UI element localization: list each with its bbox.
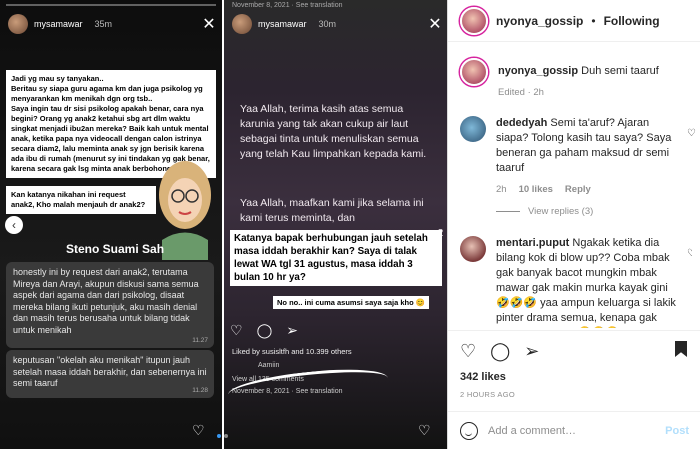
- post-side-panel: nyonya_gossip • Following nyonya_gossip …: [447, 0, 700, 449]
- like-comment-heart-icon[interactable]: ♡: [687, 248, 692, 259]
- chat-bubble: keputusan "okelah aku menikah" itupun ja…: [6, 350, 214, 398]
- story-screenshot-left: mysamawar 35m ✕ Jadi yg mau sy tanyakan.…: [0, 0, 222, 449]
- story-username: mysamawar: [34, 19, 83, 29]
- avatar[interactable]: [460, 236, 486, 262]
- comment-likes[interactable]: 10 likes: [519, 182, 553, 197]
- add-comment-bar: Post: [448, 411, 700, 449]
- chat-bubble-time: 11.28: [192, 386, 208, 394]
- close-icon: ✕: [428, 16, 442, 33]
- avatar[interactable]: [460, 6, 488, 35]
- list-item: mentari.puput Ngakak ketika dia bilang k…: [460, 236, 692, 328]
- separator-dot: •: [591, 13, 596, 28]
- comment-text: Ngakak ketika dia bilang kok di blow up?…: [496, 237, 676, 328]
- reply-button[interactable]: Reply: [565, 182, 591, 197]
- bookmark-icon[interactable]: [675, 341, 687, 357]
- heart-icon[interactable]: ♡: [418, 422, 431, 439]
- view-replies-label[interactable]: View replies (3): [528, 206, 593, 217]
- list-item: dededyah Semi ta'aruf? Ajaran siapa? Tol…: [460, 116, 696, 197]
- comment-input[interactable]: [488, 424, 656, 437]
- story-liked-by: Liked by susisltfh and 10.399 others: [232, 347, 352, 356]
- following-button[interactable]: Following: [604, 14, 660, 28]
- heart-icon[interactable]: ♡: [192, 422, 205, 439]
- avatar[interactable]: [460, 58, 488, 86]
- heart-icon: ♡: [230, 322, 243, 338]
- chat-contact-name: Steno Suami Sah: [66, 242, 165, 256]
- carousel-dots: [217, 434, 228, 438]
- chat-bubble-time: 11.27: [192, 336, 208, 344]
- story-time: 35m: [94, 19, 113, 29]
- quote-text-2: Yaa Allah, maafkan kami jika selama ini …: [240, 197, 424, 224]
- comment-username[interactable]: dededyah: [496, 117, 547, 129]
- post-media: mysamawar 35m ✕ Jadi yg mau sy tanyakan.…: [0, 0, 447, 449]
- story-progress-bar: [6, 4, 216, 6]
- close-icon: ✕: [202, 16, 216, 33]
- chat-bubble-text: keputusan "okelah aku menikah" itupun ja…: [13, 355, 207, 388]
- story-note: No no.. ini cuma asumsi saya saja kho 😊: [273, 296, 430, 309]
- comment-icon: ◯: [256, 322, 273, 338]
- quote-text: Yaa Allah, terima kasih atas semua karun…: [240, 103, 427, 160]
- story-top-caption: November 8, 2021 · See translation: [232, 2, 343, 9]
- comment-username[interactable]: mentari.puput: [496, 237, 569, 249]
- replies-line: [496, 211, 520, 212]
- story-avatar: [232, 14, 252, 34]
- story-username: mysamawar: [258, 19, 307, 29]
- caption-username[interactable]: nyonya_gossip: [498, 65, 578, 77]
- previous-arrow-button[interactable]: ‹: [5, 216, 23, 234]
- avatar[interactable]: [460, 116, 486, 142]
- chat-bubble: honestly ini by request dari anak2, teru…: [6, 262, 214, 348]
- post-actions: ♡ ◯ ➢ 342 likes 2 HOURS AGO: [448, 330, 700, 422]
- story-header: mysamawar 35m: [8, 14, 112, 34]
- likes-count[interactable]: 342 likes: [460, 371, 506, 383]
- share-icon: ➢: [286, 322, 298, 338]
- story-comment: Aamiin: [258, 362, 280, 369]
- comment-icon[interactable]: ◯: [490, 341, 510, 362]
- comment-time: 2h: [496, 184, 507, 195]
- emoji-icon[interactable]: [460, 421, 478, 440]
- story-avatar: [8, 14, 28, 34]
- story-header: mysamawar 30m: [232, 14, 336, 34]
- carousel-dot: [224, 434, 228, 438]
- post-date: 2 HOURS AGO: [460, 390, 515, 399]
- like-comment-heart-icon[interactable]: ♡: [687, 128, 696, 139]
- carousel-dot-active: [217, 434, 221, 438]
- story-text-block: Katanya bapak berhubungan jauh setelah m…: [230, 230, 442, 286]
- heart-icon[interactable]: ♡: [460, 341, 476, 362]
- view-replies-button[interactable]: View replies (3): [496, 206, 593, 217]
- header-username[interactable]: nyonya_gossip: [496, 14, 583, 28]
- story-time: 30m: [318, 19, 337, 29]
- caption-text: Duh semi taaruf: [581, 65, 659, 77]
- story-action-row: ♡ ◯ ➢: [230, 322, 298, 339]
- post-button[interactable]: Post: [665, 425, 689, 437]
- caption-meta: Edited · 2h: [498, 87, 544, 98]
- story-text-block-2: Kan katanya nikahan ini request anak2, K…: [6, 186, 156, 214]
- post-header: nyonya_gossip • Following: [448, 0, 700, 42]
- share-icon[interactable]: ➢: [524, 341, 539, 362]
- chat-bubble-text: honestly ini by request dari anak2, teru…: [13, 267, 199, 335]
- caption: nyonya_gossip Duh semi taaruf Edited · 2…: [460, 58, 692, 100]
